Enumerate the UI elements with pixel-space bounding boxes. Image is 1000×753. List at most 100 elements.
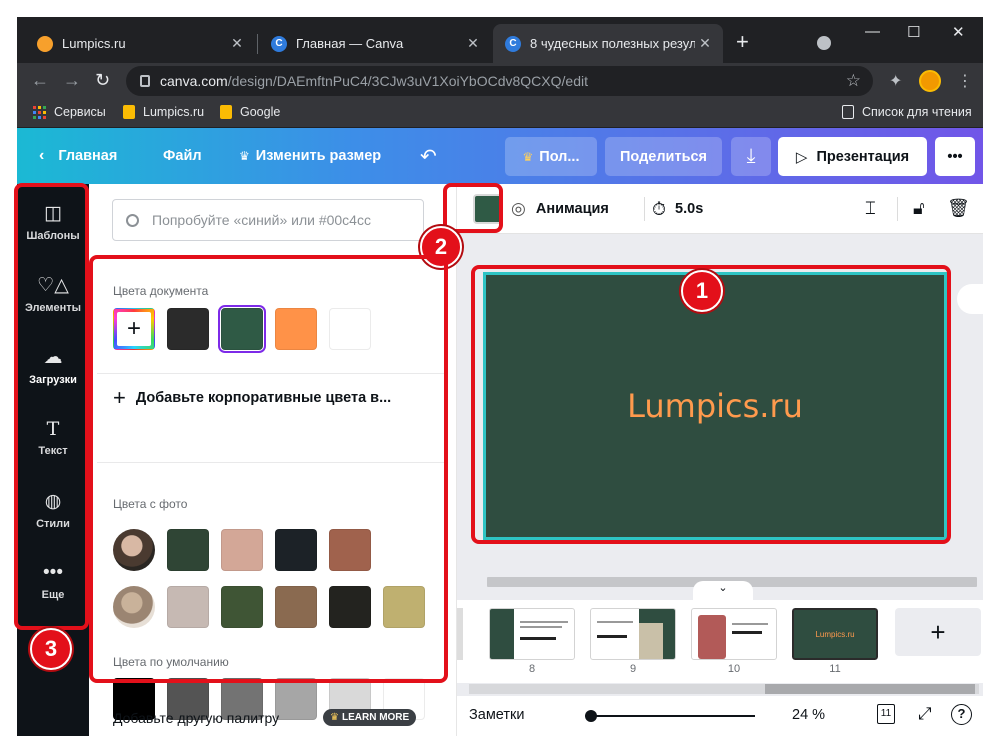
url-path: /design/DAEmftnPuC4/3CJw3uV1XoiYbOCdv8QC… (227, 73, 588, 89)
share-button[interactable]: Поделиться (605, 137, 722, 176)
zoom-slider-track[interactable] (590, 715, 755, 717)
page-thumbnail[interactable] (590, 608, 676, 660)
bookmark-apps[interactable]: Сервисы (33, 105, 106, 119)
callout-badge-1: 1 (681, 270, 723, 312)
collapse-pages-button[interactable]: ⌄ (693, 581, 753, 601)
back-icon[interactable]: ← (31, 71, 49, 89)
canva-header: ‹ Главная Файл ♛ Изменить размер ↶ ♛ Пол… (17, 128, 983, 184)
animation-label: Анимация (535, 201, 609, 217)
folder-icon (220, 105, 232, 119)
bookmark-google[interactable]: Google (220, 105, 280, 119)
close-tab-icon[interactable]: ✕ (463, 35, 483, 52)
more-options-icon: ••• (947, 148, 963, 165)
bookmark-label: Lumpics.ru (143, 105, 205, 119)
page-number: 11 (829, 663, 841, 675)
address-bar-row: ← → ↻ canva.com/design/DAEmftnPuC4/3CJw3… (17, 63, 983, 99)
animation-button[interactable]: ◎ Анимация (511, 184, 609, 234)
tab-strip: Lumpics.ru ✕ C Главная — Canva ✕ C 8 чуд… (17, 17, 983, 63)
chevron-left-icon: ‹ (39, 147, 45, 164)
tab-search-icon[interactable] (817, 36, 831, 50)
trash-icon[interactable]: 🗑︎ (947, 198, 970, 219)
thumb-text: Lumpics.ru (815, 629, 855, 639)
duration-label: 5.0s (675, 201, 704, 217)
lock-icon[interactable]: 🔓︎ (913, 198, 925, 219)
tab-title: 8 чудесных полезных результа (530, 36, 695, 51)
presentation-icon: ▷ (795, 148, 808, 166)
resize-button[interactable]: ♛ Изменить размер (239, 128, 381, 184)
file-menu-button[interactable]: Файл (163, 128, 202, 184)
bottom-bar: Заметки 24 % 11 ⤢ ? (457, 696, 983, 736)
editor-toolbar: ◎ Анимация ⏱ 5.0s ⌶ 🔓︎ 🗑︎ (457, 184, 983, 234)
callout-box-side-rail (14, 183, 89, 630)
download-icon[interactable]: ⤓ (731, 137, 771, 176)
lock-icon (140, 75, 150, 87)
bookmarks-bar: Сервисы Lumpics.ru Google Список для чте… (17, 99, 983, 128)
color-search-input[interactable]: Попробуйте «синий» или #00c4cc (112, 199, 424, 241)
resize-label: Изменить размер (255, 148, 382, 164)
forward-icon[interactable]: → (63, 71, 81, 89)
page-number: 8 (528, 663, 536, 675)
bookmark-label: Сервисы (54, 105, 106, 119)
learn-more-label: LEARN MORE (341, 712, 410, 723)
reload-icon[interactable]: ↻ (95, 71, 110, 89)
learn-more-badge[interactable]: ♛ LEARN MORE (323, 709, 417, 726)
home-label: Главная (58, 148, 118, 164)
page-number: 10 (727, 663, 741, 675)
profile-avatar[interactable] (919, 70, 941, 92)
share-label: Поделиться (619, 148, 708, 165)
reading-list-label: Список для чтения (862, 105, 972, 119)
page-strip: 8 9 10 Lumpics.ru 11 + (457, 600, 983, 683)
close-tab-icon[interactable]: ✕ (227, 35, 247, 52)
undo-icon[interactable]: ↶ (420, 128, 437, 184)
tab-canva-design[interactable]: C 8 чудесных полезных результа ✕ (493, 24, 723, 63)
page-thumbnail-selected[interactable]: Lumpics.ru (790, 606, 880, 662)
crown-icon: ♛ (239, 149, 250, 163)
bookmark-lumpics[interactable]: Lumpics.ru (123, 105, 204, 119)
pages-scrollbar[interactable] (469, 684, 979, 694)
maximize-icon[interactable]: ☐ (907, 23, 920, 41)
search-icon (126, 213, 139, 227)
fullscreen-icon[interactable]: ⤢ (918, 704, 932, 724)
extensions-icon[interactable]: ✦ (889, 71, 902, 91)
slide-refresh-icon[interactable] (957, 284, 983, 314)
close-window-icon[interactable]: ✕ (952, 23, 965, 41)
lumpics-favicon-icon (37, 35, 53, 52)
callout-box-color-chip (443, 183, 503, 233)
page-thumbnail[interactable] (489, 608, 575, 660)
close-tab-icon[interactable]: ✕ (695, 35, 715, 52)
zoom-slider-knob[interactable] (585, 710, 597, 722)
browser-menu-icon[interactable]: ⋮ (957, 71, 973, 91)
zoom-value[interactable]: 24 % (792, 707, 825, 723)
new-tab-button[interactable]: + (736, 31, 749, 53)
paint-roller-icon[interactable]: ⌶ (865, 198, 876, 219)
duration-button[interactable]: ⏱ 5.0s (652, 184, 703, 234)
tab-canva-home[interactable]: C Главная — Canva ✕ (259, 24, 491, 63)
add-palette-link[interactable]: Добавьте другую палитру (113, 710, 279, 726)
url-host: canva.com (160, 73, 228, 89)
help-label: ? (957, 706, 966, 721)
url-input[interactable]: canva.com/design/DAEmftnPuC4/3CJw3uV1Xoi… (126, 66, 873, 96)
bookmark-star-icon[interactable]: ☆ (846, 71, 861, 91)
bookmark-label: Google (240, 105, 281, 119)
add-page-button[interactable]: + (895, 608, 981, 656)
tab-lumpics[interactable]: Lumpics.ru ✕ (25, 24, 255, 63)
home-button[interactable]: ‹ Главная (39, 128, 117, 184)
notes-button[interactable]: Заметки (469, 707, 524, 723)
canva-favicon-icon: C (505, 35, 521, 52)
page-thumbnail[interactable] (691, 608, 777, 660)
help-icon[interactable]: ? (951, 704, 972, 725)
minimize-icon[interactable]: — (865, 23, 880, 40)
reading-list[interactable]: Список для чтения (842, 105, 972, 119)
upgrade-button[interactable]: ♛ Пол... (505, 137, 597, 176)
page-count: 11 (880, 708, 892, 719)
page-number: 9 (629, 663, 637, 675)
reading-list-icon (842, 105, 854, 119)
search-placeholder: Попробуйте «синий» или #00c4cc (152, 212, 371, 228)
file-label: Файл (163, 148, 202, 164)
panel-footer: Добавьте другую палитру ♛ LEARN MORE (113, 700, 449, 736)
page-grid-icon[interactable]: 11 (877, 704, 895, 724)
tab-title: Lumpics.ru (62, 36, 126, 51)
folder-icon (123, 105, 135, 119)
present-button[interactable]: ▷ Презентация (778, 137, 927, 176)
more-options-button[interactable]: ••• (935, 137, 975, 176)
